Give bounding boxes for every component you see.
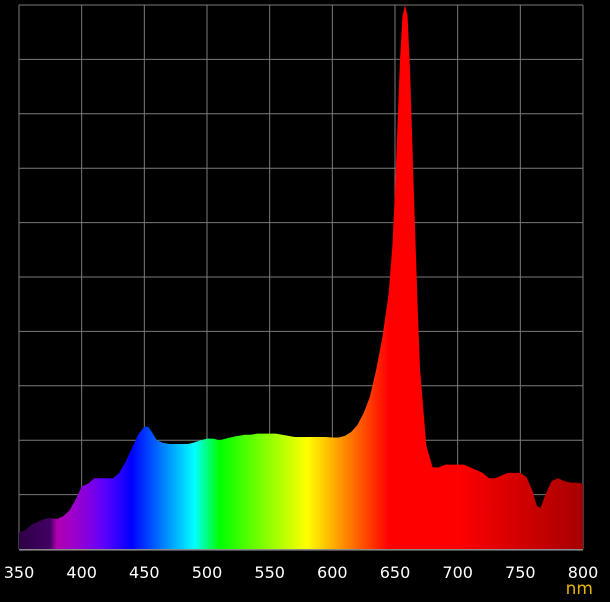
x-tick-label: 400 xyxy=(66,563,97,582)
x-tick-label: 600 xyxy=(317,563,348,582)
x-tick-label: 550 xyxy=(254,563,285,582)
x-tick-label: 450 xyxy=(129,563,160,582)
x-tick-label: 650 xyxy=(380,563,411,582)
x-tick-label: 500 xyxy=(192,563,223,582)
x-tick-label: 750 xyxy=(505,563,536,582)
x-axis-unit-label: nm xyxy=(566,579,593,599)
spectrum-chart: 350 400 450 500 550 600 650 700 750 800 nm xyxy=(0,0,610,602)
x-tick-label: 700 xyxy=(442,563,473,582)
x-tick-label: 350 xyxy=(4,563,35,582)
